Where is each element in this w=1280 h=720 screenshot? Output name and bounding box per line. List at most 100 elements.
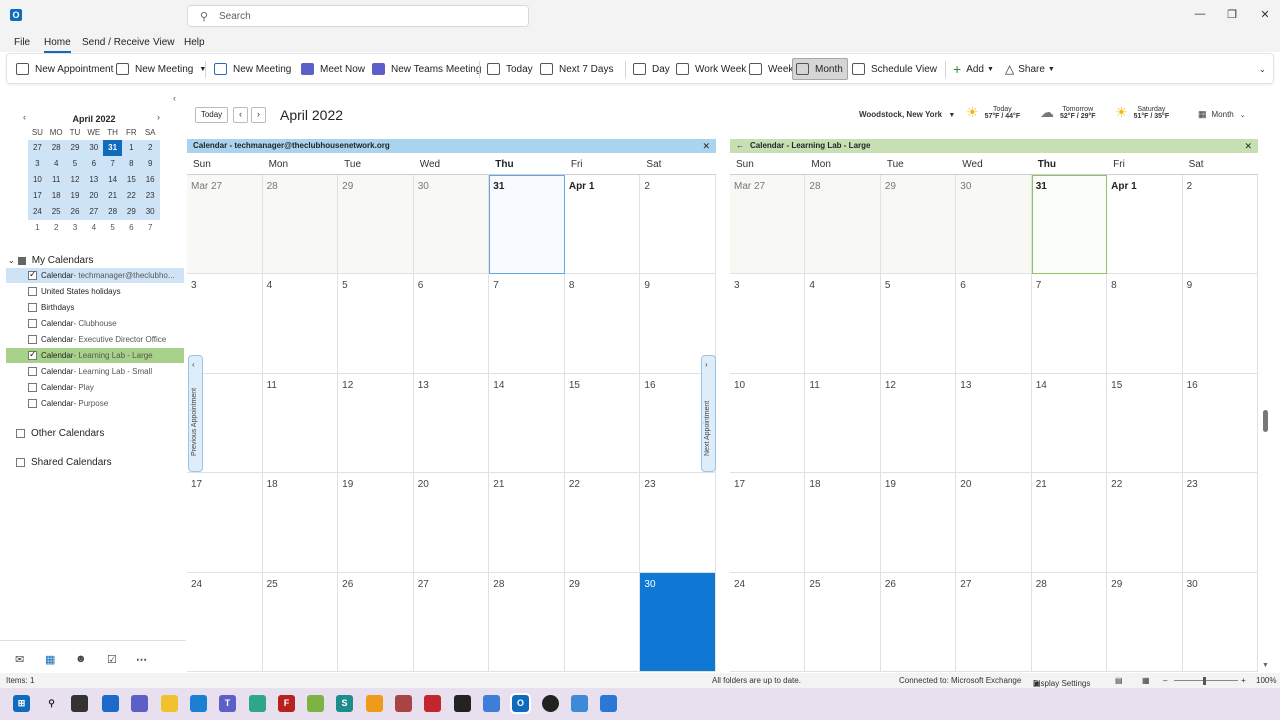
mini-calendar-day[interactable]: 29 <box>66 140 85 156</box>
mini-calendar-day[interactable]: 15 <box>122 172 141 188</box>
next-appointment-button[interactable]: › Next Appointment <box>701 355 716 472</box>
day-cell[interactable]: 24 <box>187 572 263 672</box>
day-cell[interactable]: 25 <box>805 572 881 672</box>
day-cell[interactable]: 28 <box>489 572 565 672</box>
mini-calendar-day[interactable]: 8 <box>122 156 141 172</box>
mini-calendar-day[interactable]: 30 <box>84 140 103 156</box>
app-icon[interactable] <box>395 695 412 712</box>
outlook-taskbar-icon[interactable]: O <box>510 693 531 714</box>
day-cell[interactable]: 24 <box>730 572 806 672</box>
mini-calendar-day[interactable]: 28 <box>103 204 122 220</box>
work-week-view-button[interactable]: Work Week <box>676 60 746 78</box>
today-button[interactable]: Today <box>487 60 533 78</box>
close-icon[interactable]: ✕ <box>1244 139 1252 153</box>
new-meeting-button[interactable]: New Meeting <box>214 60 291 78</box>
day-cell[interactable]: 11 <box>262 373 339 474</box>
restore-button[interactable]: ❐ <box>1223 8 1241 24</box>
mini-calendar-day[interactable]: 12 <box>66 172 85 188</box>
my-calendars-group[interactable]: ⌄ My Calendars <box>8 255 93 266</box>
calendar-checkbox[interactable] <box>28 367 37 376</box>
day-cell[interactable]: 15 <box>1107 373 1183 474</box>
mini-calendar-day[interactable]: 11 <box>47 172 66 188</box>
day-cell[interactable]: 29 <box>1107 572 1183 672</box>
day-cell[interactable]: 16 <box>1182 373 1258 474</box>
day-cell[interactable]: 7 <box>489 274 565 374</box>
calendar-list-item[interactable]: Calendar - Clubhouse <box>6 316 184 331</box>
new-appointment-button[interactable]: New Appointment <box>16 60 113 78</box>
mini-calendar-day[interactable]: 25 <box>47 204 66 220</box>
tasks-icon[interactable]: ☑ <box>107 653 117 666</box>
day-cell[interactable]: 8 <box>564 274 641 374</box>
mini-calendar-day[interactable]: 31 <box>103 140 122 156</box>
day-cell[interactable]: 2 <box>640 175 716 275</box>
calendar-checkbox[interactable] <box>28 287 37 296</box>
mini-calendar-day[interactable]: 16 <box>141 172 160 188</box>
mini-calendar-day[interactable]: 7 <box>103 156 122 172</box>
mini-calendar-day[interactable]: 3 <box>66 220 85 236</box>
day-cell[interactable]: 30 <box>1182 572 1258 672</box>
mini-calendar-day[interactable]: 2 <box>47 220 66 236</box>
mini-calendar-day[interactable]: 1 <box>122 140 141 156</box>
chat-icon[interactable] <box>131 695 148 712</box>
mini-calendar-day[interactable]: 1 <box>28 220 47 236</box>
share-calendar-button[interactable]: △ Share ▼ <box>1005 60 1055 78</box>
collapse-pane-chevron-icon[interactable]: ‹ <box>173 93 176 103</box>
zoom-out-button[interactable]: – <box>1163 676 1167 685</box>
mini-calendar-day[interactable]: 30 <box>141 204 160 220</box>
mini-calendar-day[interactable]: 18 <box>47 188 66 204</box>
day-cell[interactable]: 11 <box>805 373 881 474</box>
normal-view-icon[interactable]: ▤ <box>1115 676 1123 685</box>
day-cell[interactable]: 28 <box>262 175 339 275</box>
day-cell[interactable]: 30 <box>956 175 1032 275</box>
mini-calendar-day[interactable]: 21 <box>103 188 122 204</box>
other-calendars-group[interactable]: Other Calendars <box>16 428 104 439</box>
day-cell[interactable]: 20 <box>413 473 490 573</box>
day-cell[interactable]: 8 <box>1107 274 1183 374</box>
sketch-icon[interactable] <box>366 695 383 712</box>
sway-icon[interactable]: S <box>336 695 353 712</box>
add-calendar-button[interactable]: + Add ▼ <box>953 60 994 78</box>
mini-calendar-day[interactable]: 26 <box>66 204 85 220</box>
shared-calendars-group[interactable]: Shared Calendars <box>16 457 112 468</box>
people-icon[interactable]: ☻ <box>75 653 87 665</box>
close-button[interactable]: ✕ <box>1256 8 1274 24</box>
view-selector[interactable]: ▦ Month ⌄ <box>1198 109 1246 120</box>
day-cell[interactable]: 28 <box>1031 572 1108 672</box>
close-icon[interactable]: ✕ <box>702 139 710 153</box>
calendar-tab-overlay[interactable]: ← Calendar - Learning Lab - Large ✕ <box>730 139 1258 153</box>
day-cell[interactable]: 22 <box>1107 473 1183 573</box>
calendar-list-item[interactable]: Calendar - Play <box>6 380 184 395</box>
day-cell[interactable]: 14 <box>1031 373 1108 474</box>
filezilla-icon[interactable]: F <box>278 695 295 712</box>
day-cell[interactable]: 27 <box>413 572 490 672</box>
day-cell[interactable]: 6 <box>956 274 1032 374</box>
schedule-view-button[interactable]: Schedule View <box>852 60 937 78</box>
day-cell[interactable]: 5 <box>338 274 414 374</box>
zoom-in-button[interactable]: + <box>1241 676 1246 685</box>
mini-calendar-day[interactable]: 10 <box>28 172 47 188</box>
day-cell[interactable]: 26 <box>880 572 957 672</box>
day-cell[interactable]: Apr 1 <box>1107 175 1183 275</box>
mini-calendar-day[interactable]: 29 <box>122 204 141 220</box>
menu-view[interactable]: View <box>153 37 175 48</box>
day-cell[interactable]: 15 <box>564 373 641 474</box>
day-cell[interactable]: 4 <box>262 274 339 374</box>
mini-calendar-day[interactable]: 13 <box>84 172 103 188</box>
mini-calendar-day[interactable]: 9 <box>141 156 160 172</box>
mini-calendar-day[interactable]: 20 <box>84 188 103 204</box>
store-icon[interactable] <box>190 695 207 712</box>
mini-calendar-day[interactable]: 6 <box>122 220 141 236</box>
windows-start-icon[interactable]: ⊞ <box>13 695 30 712</box>
day-cell[interactable]: 23 <box>640 473 716 573</box>
day-cell[interactable]: 9 <box>1182 274 1258 374</box>
mini-prev-month-button[interactable]: ‹ <box>23 112 26 122</box>
record-icon[interactable] <box>424 695 441 712</box>
minimize-button[interactable]: — <box>1191 8 1209 24</box>
arrow-left-icon[interactable]: ← <box>736 141 744 150</box>
search-icon[interactable]: ⚲ <box>43 695 60 712</box>
mini-calendar-day[interactable]: 23 <box>141 188 160 204</box>
calendar-checkbox[interactable] <box>28 399 37 408</box>
previous-appointment-button[interactable]: ‹ Previous Appointment <box>188 355 203 472</box>
weather-tomorrow[interactable]: ☁ Tomorrow 52°F / 29°F <box>1040 104 1096 121</box>
mini-calendar-day[interactable]: 27 <box>84 204 103 220</box>
